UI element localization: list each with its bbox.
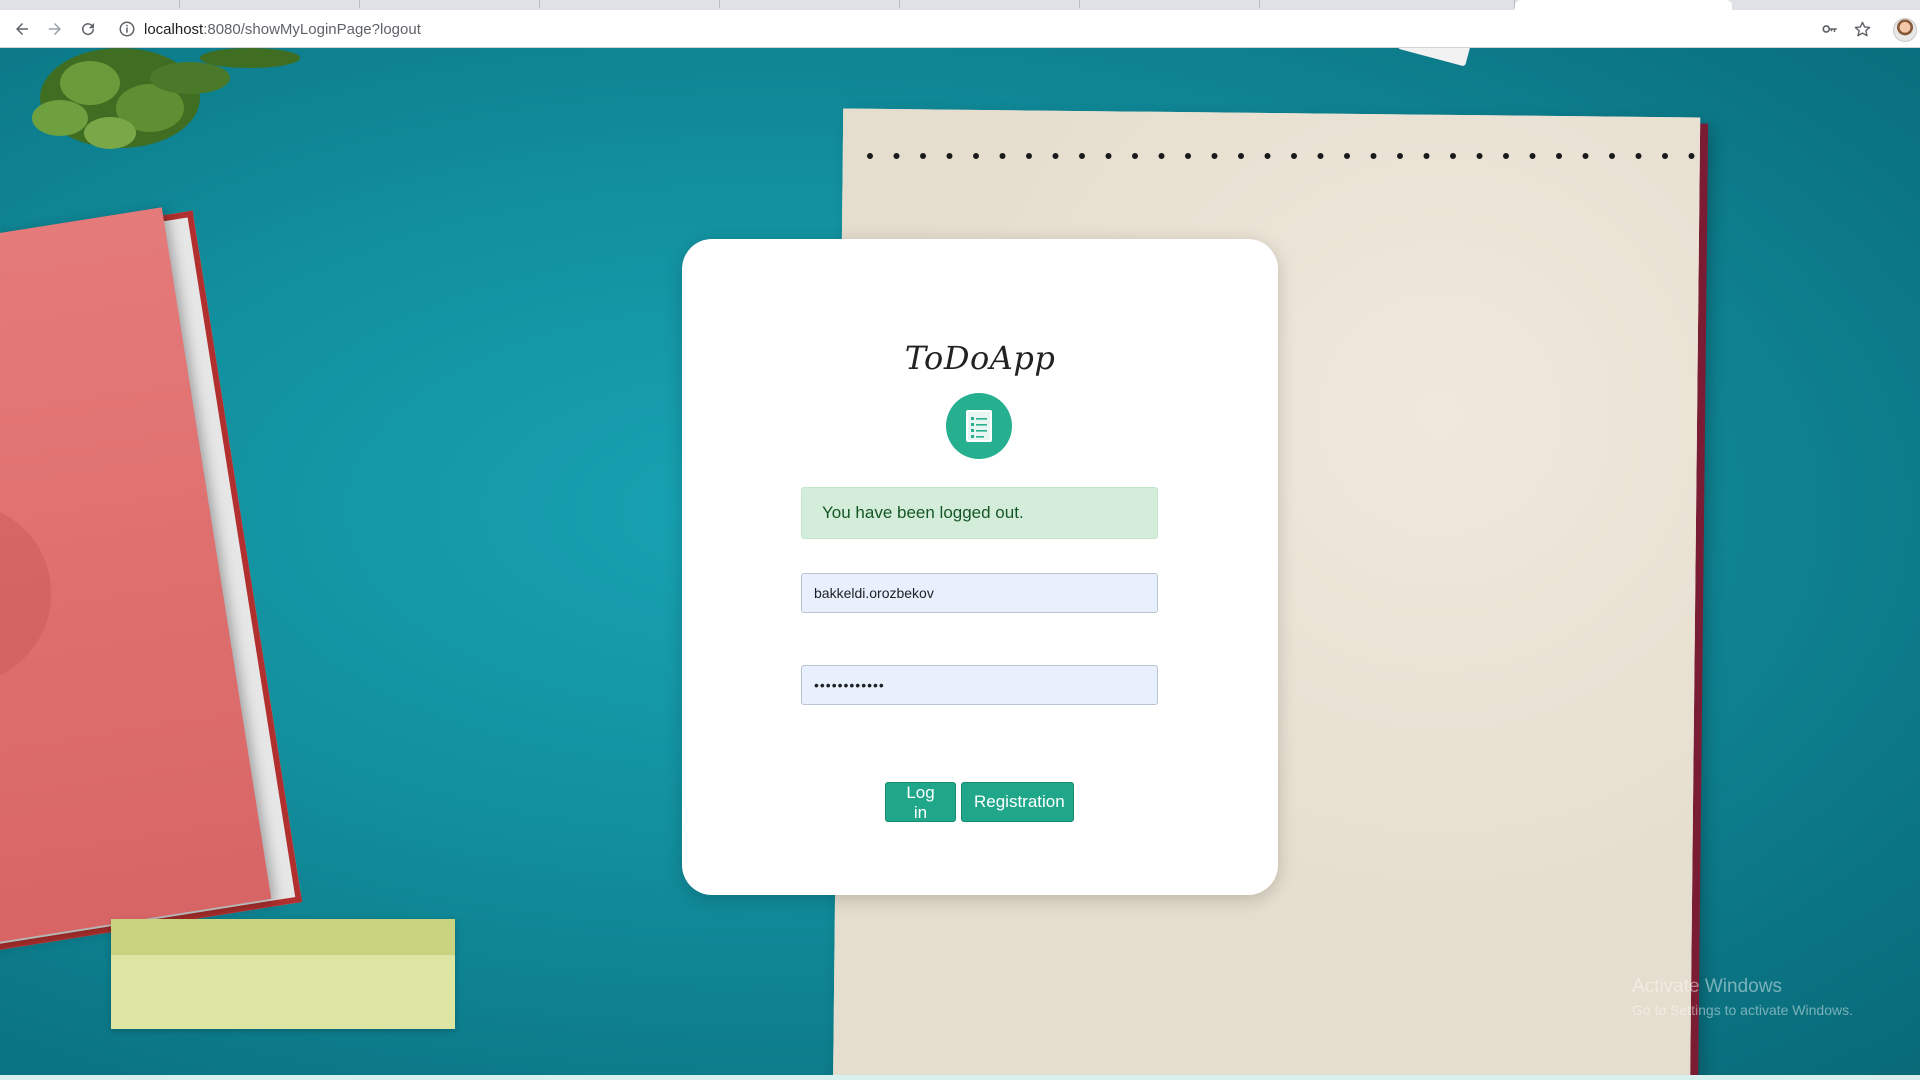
username-input[interactable] [801, 573, 1158, 613]
browser-tab[interactable] [720, 0, 900, 8]
password-input[interactable] [801, 665, 1158, 705]
address-bar-url[interactable]: localhost:8080/showMyLoginPage?logout [144, 21, 421, 38]
logout-alert: You have been logged out. [801, 487, 1158, 539]
sticky-note-decoration [111, 919, 455, 1029]
watermark-subtitle: Go to Settings to activate Windows. [1632, 1002, 1853, 1018]
reload-icon[interactable] [75, 16, 101, 42]
browser-tab[interactable] [1080, 0, 1260, 8]
browser-tab[interactable] [360, 0, 540, 8]
windows-activation-watermark: Activate Windows Go to Settings to activ… [1632, 976, 1853, 1018]
login-card: ToDoApp You have been logged out. Log in… [682, 239, 1278, 895]
checklist-document-icon [946, 393, 1012, 459]
eraser-decoration [1397, 48, 1473, 67]
forward-arrow-icon[interactable] [42, 16, 68, 42]
book-decoration [0, 200, 324, 977]
star-icon[interactable] [1851, 18, 1873, 40]
url-path: :8080/showMyLoginPage?logout [203, 21, 421, 38]
bottom-strip [0, 1075, 1920, 1080]
browser-tab-active[interactable] [1515, 0, 1732, 10]
key-icon[interactable] [1819, 18, 1841, 40]
spiral-binding [850, 78, 1695, 159]
info-icon[interactable] [118, 20, 136, 38]
browser-tab[interactable] [180, 0, 360, 8]
browser-toolbar: localhost:8080/showMyLoginPage?logout [0, 10, 1920, 48]
browser-tab[interactable] [1260, 0, 1515, 8]
profile-avatar[interactable] [1893, 18, 1917, 42]
browser-tab[interactable] [540, 0, 720, 8]
browser-tab[interactable] [0, 0, 180, 8]
registration-button[interactable]: Registration [961, 782, 1074, 822]
login-button[interactable]: Log in [885, 782, 956, 822]
app-title: ToDoApp [904, 339, 1056, 377]
url-host: localhost [144, 21, 204, 38]
watermark-title: Activate Windows [1632, 976, 1782, 997]
browser-tab[interactable] [900, 0, 1080, 8]
plant-decoration [32, 48, 300, 149]
tab-strip [0, 0, 1920, 10]
back-arrow-icon[interactable] [9, 16, 35, 42]
